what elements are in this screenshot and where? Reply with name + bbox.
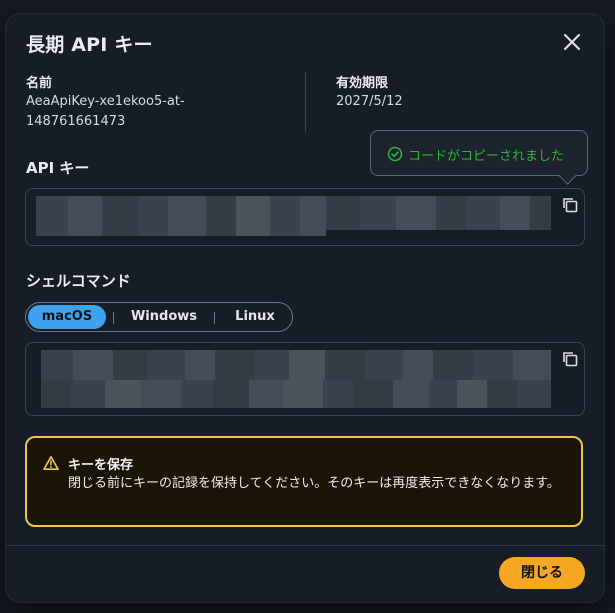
tab-separator xyxy=(113,312,114,324)
check-circle-icon xyxy=(387,146,403,162)
tab-windows[interactable]: Windows xyxy=(124,305,204,329)
copy-icon xyxy=(563,352,578,367)
name-label: 名前 xyxy=(26,76,53,91)
name-value: AeaApiKey-xe1ekoo5-at-148761661473 xyxy=(26,94,185,129)
api-key-box xyxy=(25,188,585,246)
close-button[interactable] xyxy=(560,30,584,54)
close-icon xyxy=(563,33,581,51)
tab-linux[interactable]: Linux xyxy=(222,305,288,329)
expiry-value: 2027/5/12 xyxy=(336,94,403,109)
api-key-label: API キー xyxy=(26,159,90,177)
copy-icon xyxy=(563,198,578,213)
shell-command-label: シェルコマンド xyxy=(26,272,131,290)
api-key-redacted xyxy=(36,196,551,236)
close-modal-button[interactable]: 閉じる xyxy=(499,557,585,589)
tab-macos[interactable]: macOS xyxy=(28,305,106,329)
meta-divider xyxy=(305,72,306,132)
os-segmented-control: macOS Windows Linux xyxy=(25,302,293,332)
copy-shell-command-button[interactable] xyxy=(561,350,579,368)
footer-divider xyxy=(6,545,604,546)
shell-command-box xyxy=(25,342,585,416)
copied-tooltip: コードがコピーされました xyxy=(370,130,588,176)
warning-title: キーを保存 xyxy=(68,458,134,473)
warning-icon xyxy=(43,456,59,470)
save-key-warning: キーを保存 閉じる前にキーの記録を保持してください。そのキーは再度表示できなくな… xyxy=(25,436,583,527)
shell-command-redacted xyxy=(41,350,551,408)
modal-title: 長期 API キー xyxy=(26,34,153,56)
expiry-label: 有効期限 xyxy=(336,76,389,91)
api-key-modal: 長期 API キー 名前 AeaApiKey-xe1ekoo5-at-14876… xyxy=(6,14,604,602)
copy-api-key-button[interactable] xyxy=(561,196,579,214)
warning-body: 閉じる前にキーの記録を保持してください。そのキーは再度表示できなくなります。 xyxy=(68,476,560,491)
tab-separator xyxy=(214,312,215,324)
copied-tooltip-text: コードがコピーされました xyxy=(408,149,565,164)
